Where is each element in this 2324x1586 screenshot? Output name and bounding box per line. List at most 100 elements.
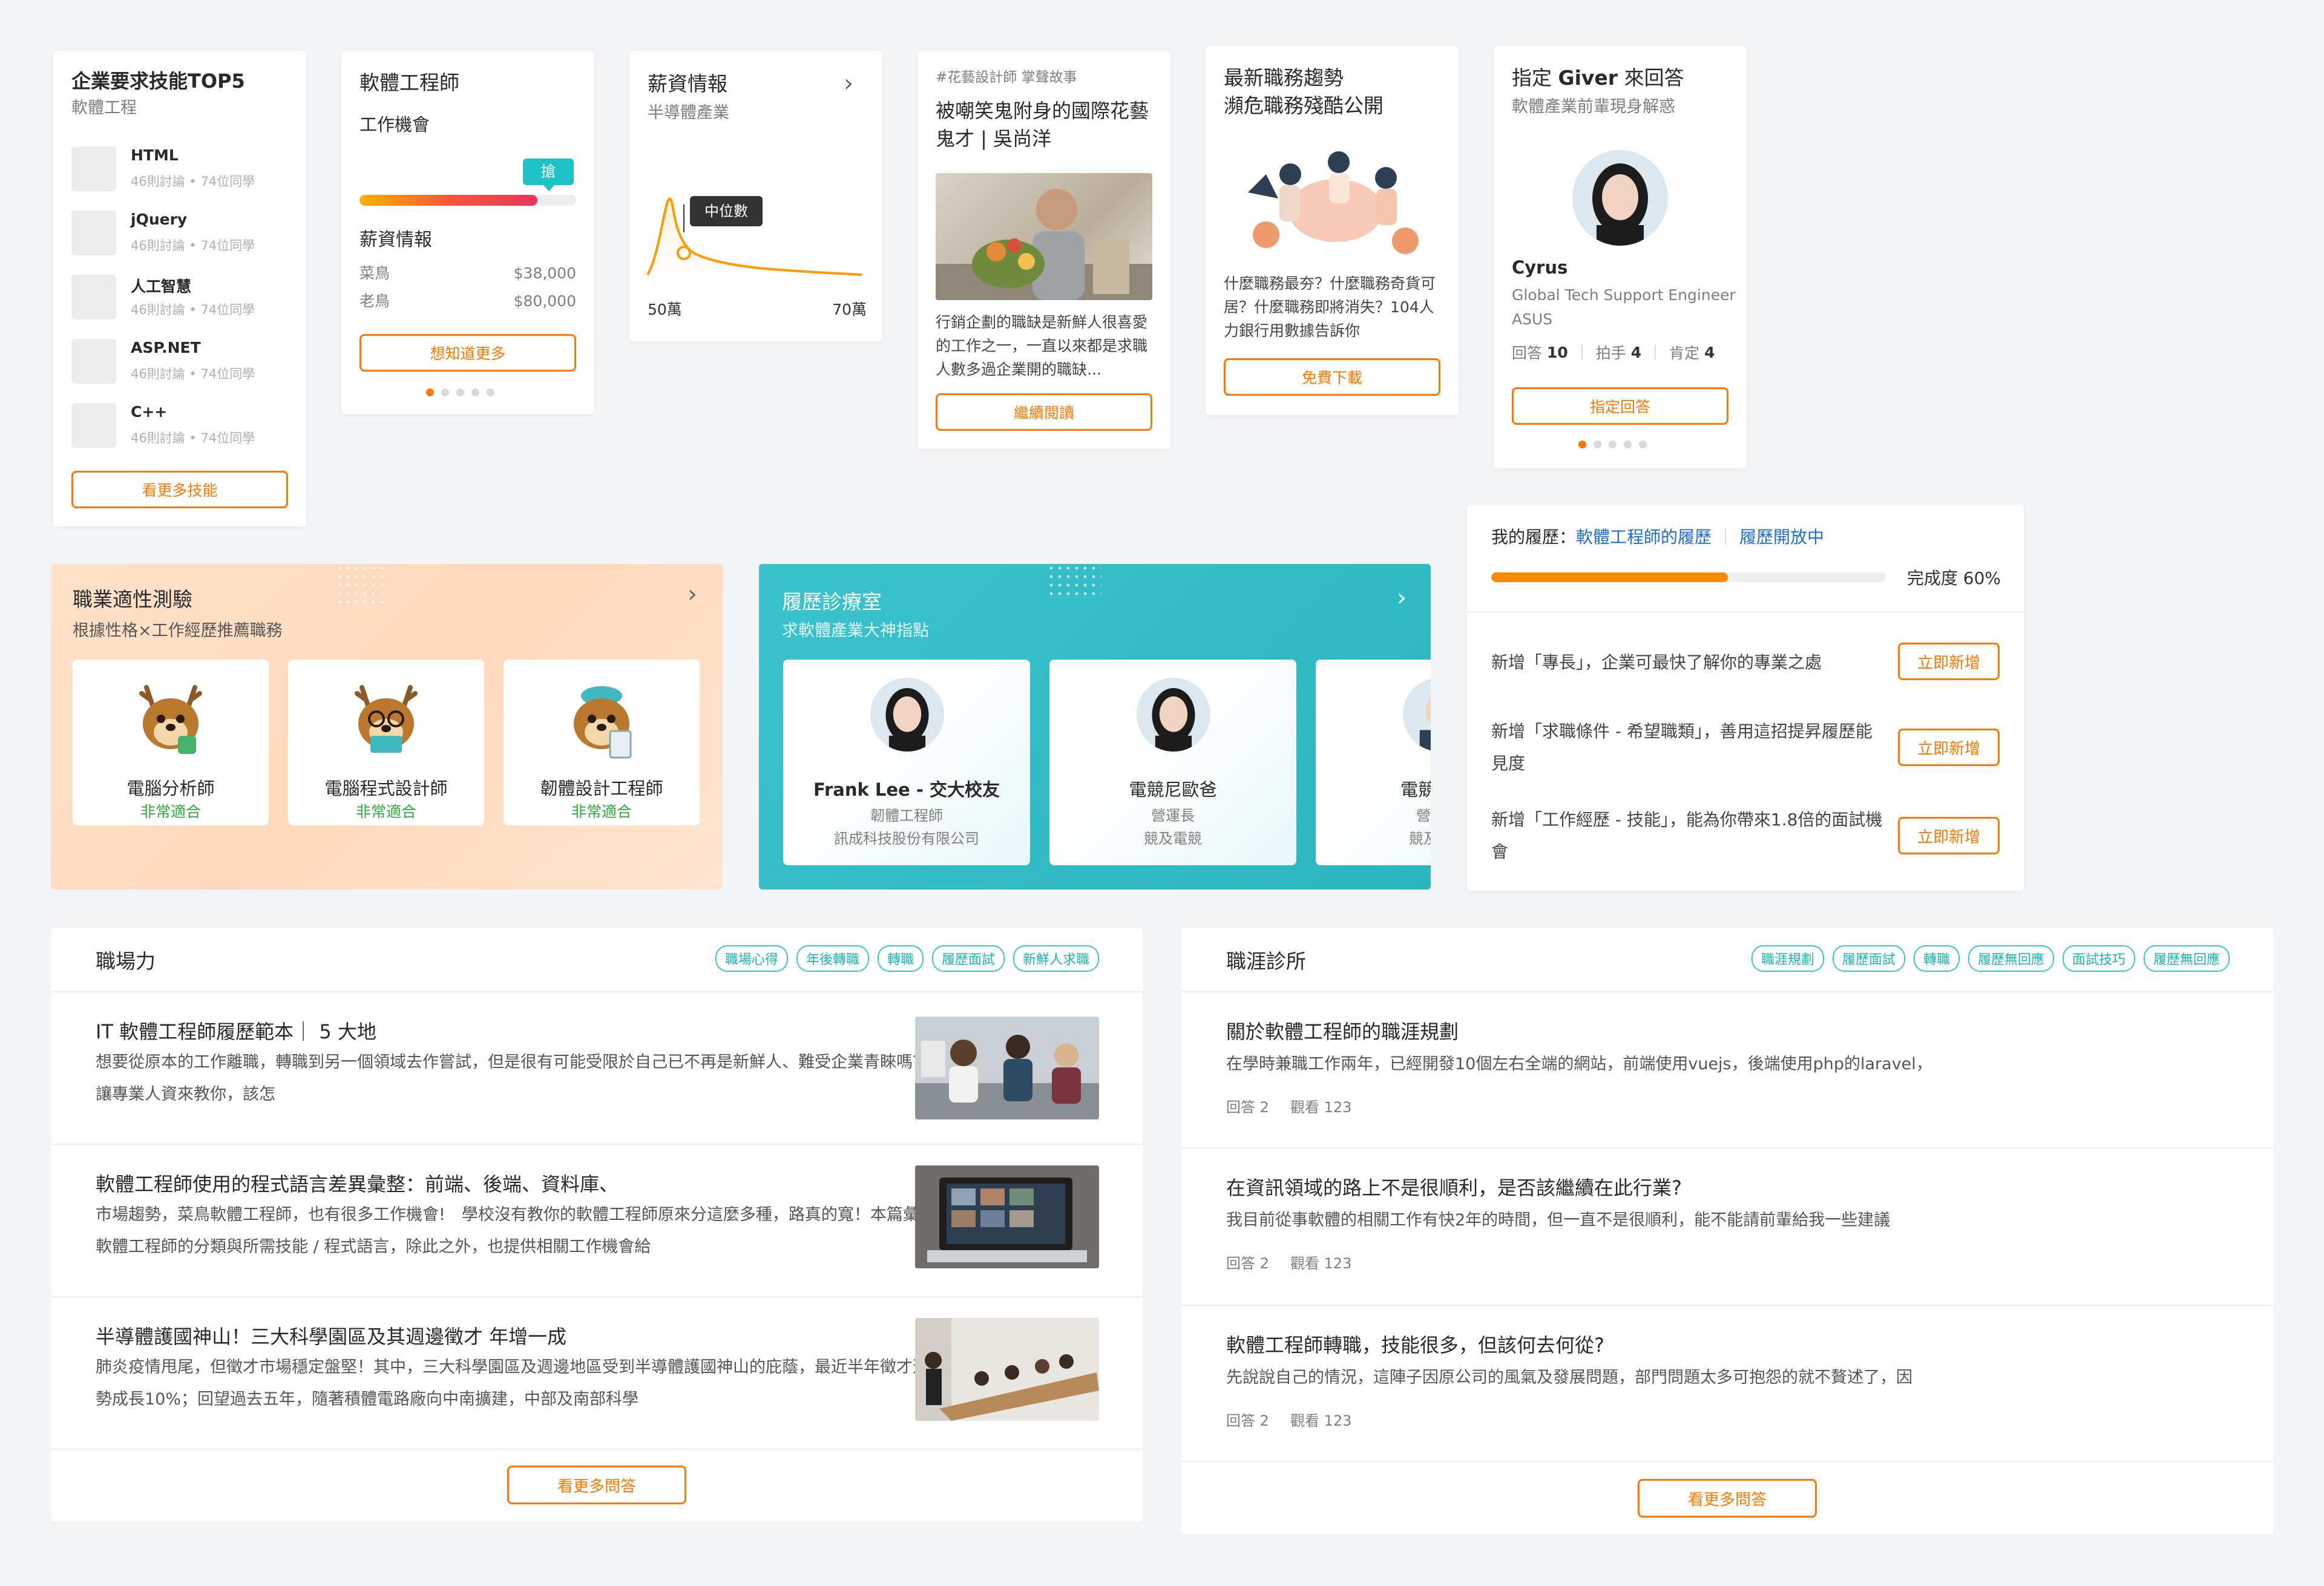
- resume-label: 我的履歷：: [1491, 527, 1577, 547]
- tag-resume-interview[interactable]: 履歷面試: [1832, 945, 1905, 972]
- aptitude-item-name: 電腦程式設計師: [324, 778, 448, 799]
- resume-status[interactable]: 履歷開放中: [1739, 524, 1824, 548]
- dot-pattern-decoration: [335, 564, 390, 606]
- resume-clinic-card[interactable]: 履歷診療室 求軟體產業大神指點 › Frank Lee - 交大校友 韌體工程師…: [759, 564, 1431, 890]
- story-image: [936, 173, 1152, 300]
- stat-approvals-label: 肯定: [1669, 344, 1700, 362]
- laptop-photo: [915, 1165, 1099, 1268]
- aptitude-item[interactable]: 電腦程式設計師 非常適合: [288, 660, 484, 825]
- row-divider: [51, 1449, 1143, 1450]
- carousel-dot[interactable]: [1639, 441, 1647, 448]
- question-title: 軟體工程師轉職，技能很多，但該何去何從?: [1226, 1334, 1604, 1357]
- my-resume-card: 我的履歷： 軟體工程師的履歷 履歷開放中 完成度 60% 新增「專長」，企業可最…: [1467, 505, 2024, 891]
- aptitude-item-name: 韌體設計工程師: [540, 778, 663, 799]
- carousel-dot[interactable]: [1578, 441, 1586, 448]
- free-download-button[interactable]: 免費下載: [1224, 358, 1440, 396]
- chevron-right-icon[interactable]: ›: [1397, 586, 1407, 610]
- florist-illustration: [936, 189, 1152, 300]
- add-job-preference-button[interactable]: 立即新增: [1898, 729, 2000, 766]
- continue-reading-button[interactable]: 繼續閱讀: [936, 393, 1152, 431]
- more-skills-button[interactable]: 看更多技能: [71, 471, 288, 508]
- carousel-dot[interactable]: [487, 388, 494, 396]
- tag-interview-skills[interactable]: 面試技巧: [2062, 945, 2135, 972]
- salary-card-title: 薪資情報: [648, 72, 727, 96]
- chevron-right-icon[interactable]: ›: [844, 71, 853, 96]
- salary-card-subtitle: 半導體產業: [648, 103, 729, 122]
- carousel-dots[interactable]: [426, 388, 494, 396]
- chevron-right-icon[interactable]: ›: [688, 582, 697, 606]
- article-row[interactable]: 半導體護國神山！三大科學園區及其週邊徵才 年增一成 肺炎疫情甩尾，但徵才市場穩定…: [51, 1297, 1143, 1449]
- tag-resume-interview[interactable]: 履歷面試: [931, 945, 1005, 972]
- carousel-dot[interactable]: [1624, 441, 1632, 448]
- stat-divider: [1655, 345, 1656, 359]
- skill-meta: 46則討論 • 74位同學: [131, 303, 255, 317]
- aptitude-item[interactable]: 韌體設計工程師 非常適合: [504, 660, 700, 825]
- skill-item[interactable]: HTML 46則討論 • 74位同學: [71, 143, 289, 195]
- tag-workplace-experience[interactable]: 職場心得: [715, 945, 788, 972]
- carousel-dot[interactable]: [426, 388, 434, 396]
- article-title: IT 軟體工程師履歷範本｜ 5 大地: [96, 1020, 376, 1043]
- skill-item[interactable]: 人工智慧 46則討論 • 74位同學: [71, 271, 289, 323]
- article-title: 半導體護國神山！三大科學園區及其週邊徵才 年增一成: [96, 1325, 567, 1348]
- article-row[interactable]: 軟體工程師使用的程式語言差異彙整：前端、後端、資料庫、 市場趨勢，菜鳥軟體工程師…: [51, 1145, 1143, 1296]
- aptitude-card[interactable]: 職業適性測驗 根據性格×工作經歷推薦職務 › 電腦分析師 非常適合 電腦程式設計…: [51, 564, 723, 890]
- mentor-card-partial[interactable]: 電競 營 競及: [1316, 660, 1431, 865]
- article-image: [915, 1165, 1099, 1268]
- mentor-card[interactable]: Frank Lee - 交大校友 韌體工程師 訊成科技股份有限公司: [783, 660, 1030, 865]
- aptitude-item[interactable]: 電腦分析師 非常適合: [73, 660, 269, 825]
- tag-career-planning[interactable]: 職涯規劃: [1751, 945, 1824, 972]
- skill-meta: 46則討論 • 74位同學: [131, 431, 255, 445]
- job-card-title: 軟體工程師: [359, 71, 459, 94]
- resume-task-text: 新增「專長」，企業可最快了解你的專業之處: [1491, 652, 1822, 672]
- skill-item[interactable]: ASP.NET 46則討論 • 74位同學: [71, 335, 289, 387]
- more-qa-button[interactable]: 看更多問答: [1638, 1479, 1817, 1518]
- giver-name: Cyrus: [1512, 257, 1568, 278]
- question-answers: 回答 2: [1226, 1255, 1269, 1272]
- article-image: [915, 1017, 1099, 1119]
- add-skill-button[interactable]: 立即新增: [1898, 643, 2000, 680]
- mentor-name: Frank Lee - 交大校友: [813, 779, 1000, 800]
- carousel-dot[interactable]: [1594, 441, 1601, 448]
- aptitude-subtitle: 根據性格×工作經歷推薦職務: [73, 621, 283, 640]
- carousel-dot[interactable]: [471, 388, 479, 396]
- article-row[interactable]: IT 軟體工程師履歷範本｜ 5 大地 想要從原本的工作離職，轉職到另一個領域去作…: [51, 992, 1143, 1144]
- tag-resume-no-response[interactable]: 履歷無回應: [1968, 945, 2054, 972]
- tag-job-switch[interactable]: 轉職: [877, 945, 924, 972]
- giver-title-bold: Giver: [1558, 66, 1618, 90]
- resume-link[interactable]: 軟體工程師的履歷: [1576, 524, 1712, 548]
- carousel-dots[interactable]: [1578, 441, 1647, 448]
- story-card[interactable]: #花藝設計師 掌聲故事 被嘲笑鬼附身的國際花藝鬼才 | 吳尚洋 行銷企劃的職缺是…: [917, 51, 1170, 449]
- know-more-button[interactable]: 想知道更多: [359, 334, 576, 372]
- question-desc: 我目前從事軟體的相關工作有快2年的時間，但一直不是很順利，能不能請前輩給我一些建…: [1226, 1211, 1891, 1230]
- skills-card-title: 企業要求技能TOP5: [71, 70, 245, 93]
- mentor-name: 電競: [1400, 779, 1431, 800]
- giver-title: 指定 Giver 來回答: [1512, 64, 1684, 92]
- resume-header: 我的履歷： 軟體工程師的履歷 履歷開放中: [1491, 524, 1824, 548]
- tag-job-switch[interactable]: 轉職: [1913, 945, 1960, 972]
- tag-graduate-job-search[interactable]: 新鮮人求職: [1013, 945, 1099, 972]
- skill-name: 人工智慧: [131, 278, 192, 295]
- question-row[interactable]: 軟體工程師轉職，技能很多，但該何去何從? 先說說自己的情況，這陣子因原公司的風氣…: [1181, 1306, 2273, 1460]
- skill-item[interactable]: jQuery 46則討論 • 74位同學: [71, 207, 289, 259]
- tag-post-new-year-switch[interactable]: 年後轉職: [796, 945, 869, 972]
- carousel-dot[interactable]: [1609, 441, 1617, 448]
- carousel-dot[interactable]: [456, 388, 464, 396]
- tag-resume-no-response[interactable]: 履歷無回應: [2143, 945, 2230, 972]
- job-card: 軟體工程師 工作機會 搶 薪資情報 菜鳥 $38,000 老鳥 $80,000 …: [341, 51, 594, 414]
- trend-card[interactable]: 最新職務趨勢 瀕危職務殘酷公開 什麼職務最夯？什麼職務奇貨可居？什麼職務即將消失…: [1206, 46, 1459, 415]
- assign-answer-button[interactable]: 指定回答: [1512, 387, 1728, 425]
- header-divider: [1725, 528, 1727, 545]
- add-work-skill-button[interactable]: 立即新增: [1898, 817, 2000, 854]
- carousel-dot[interactable]: [441, 388, 449, 396]
- skill-item[interactable]: C++ 46則討論 • 74位同學: [71, 399, 289, 451]
- question-title: 關於軟體工程師的職涯規劃: [1226, 1020, 1459, 1043]
- skill-name: ASP.NET: [131, 339, 201, 356]
- salary-card[interactable]: 薪資情報 半導體產業 › 中位數 50萬 70萬: [629, 51, 882, 341]
- salary-row-label: 老鳥: [359, 292, 390, 310]
- avatar: [1572, 150, 1668, 246]
- more-qa-button[interactable]: 看更多問答: [507, 1466, 686, 1504]
- mentor-card[interactable]: 電競尼歐爸 營運長 競及電競: [1049, 660, 1296, 865]
- question-row[interactable]: 關於軟體工程師的職涯規劃 在學時兼職工作兩年，已經開發10個左右全端的網站，前端…: [1181, 992, 2273, 1146]
- dot-pattern-decoration: [1047, 564, 1101, 600]
- question-row[interactable]: 在資訊領域的路上不是很順利，是否該繼續在此行業? 我目前從事軟體的相關工作有快2…: [1181, 1149, 2273, 1302]
